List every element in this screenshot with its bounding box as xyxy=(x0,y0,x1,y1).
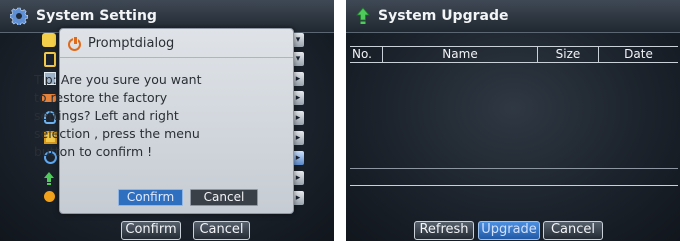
prompt-message-line: selection , press the menu xyxy=(34,126,200,141)
system-setting-title: System Setting xyxy=(36,8,157,24)
system-setting-screen: System Setting ▾ ▾ ▸ ▸ ▸ ▸ ▸ ▸ ▸ Promptd… xyxy=(0,0,334,241)
prompt-dialog-header: Promptdialog xyxy=(60,29,293,58)
prompt-message-line: button to confirm ! xyxy=(34,144,153,159)
column-header-name: Name xyxy=(383,47,538,62)
upload-arrow-icon xyxy=(356,7,370,24)
prompt-dialog-message: Tip: Are you sure you want to restore th… xyxy=(34,71,224,161)
prompt-message-line: settings? Left and right xyxy=(34,108,179,123)
system-upgrade-title: System Upgrade xyxy=(378,8,509,24)
prompt-message-line: to restore the factory xyxy=(34,90,168,105)
table-header: No. Name Size Date xyxy=(350,47,678,63)
prompt-dialog-title: Promptdialog xyxy=(88,36,175,51)
column-header-size: Size xyxy=(538,47,599,62)
column-header-date: Date xyxy=(624,47,653,61)
table-divider xyxy=(350,168,678,169)
upgrade-icon xyxy=(44,171,54,185)
system-upgrade-screen: System Upgrade No. Name Size Date Refres… xyxy=(346,0,680,241)
storage-icon xyxy=(44,52,56,67)
power-icon xyxy=(68,36,81,51)
gear-icon xyxy=(10,7,28,25)
system-upgrade-title-bar: System Upgrade xyxy=(346,0,680,33)
confirm-button[interactable]: Confirm xyxy=(121,221,181,240)
info-icon xyxy=(44,191,55,202)
cancel-button[interactable]: Cancel xyxy=(193,221,250,240)
prompt-message-line: Tip: Are you sure you want xyxy=(34,72,202,87)
ptz-icon xyxy=(42,33,56,47)
upgrade-button[interactable]: Upgrade xyxy=(478,221,540,240)
cancel-button[interactable]: Cancel xyxy=(543,221,603,240)
dialog-cancel-button[interactable]: Cancel xyxy=(190,189,258,206)
dialog-confirm-button[interactable]: Confirm xyxy=(118,189,183,206)
upgrade-file-table: No. Name Size Date xyxy=(350,46,678,186)
column-header-no: No. xyxy=(350,47,383,62)
refresh-button[interactable]: Refresh xyxy=(414,221,474,240)
